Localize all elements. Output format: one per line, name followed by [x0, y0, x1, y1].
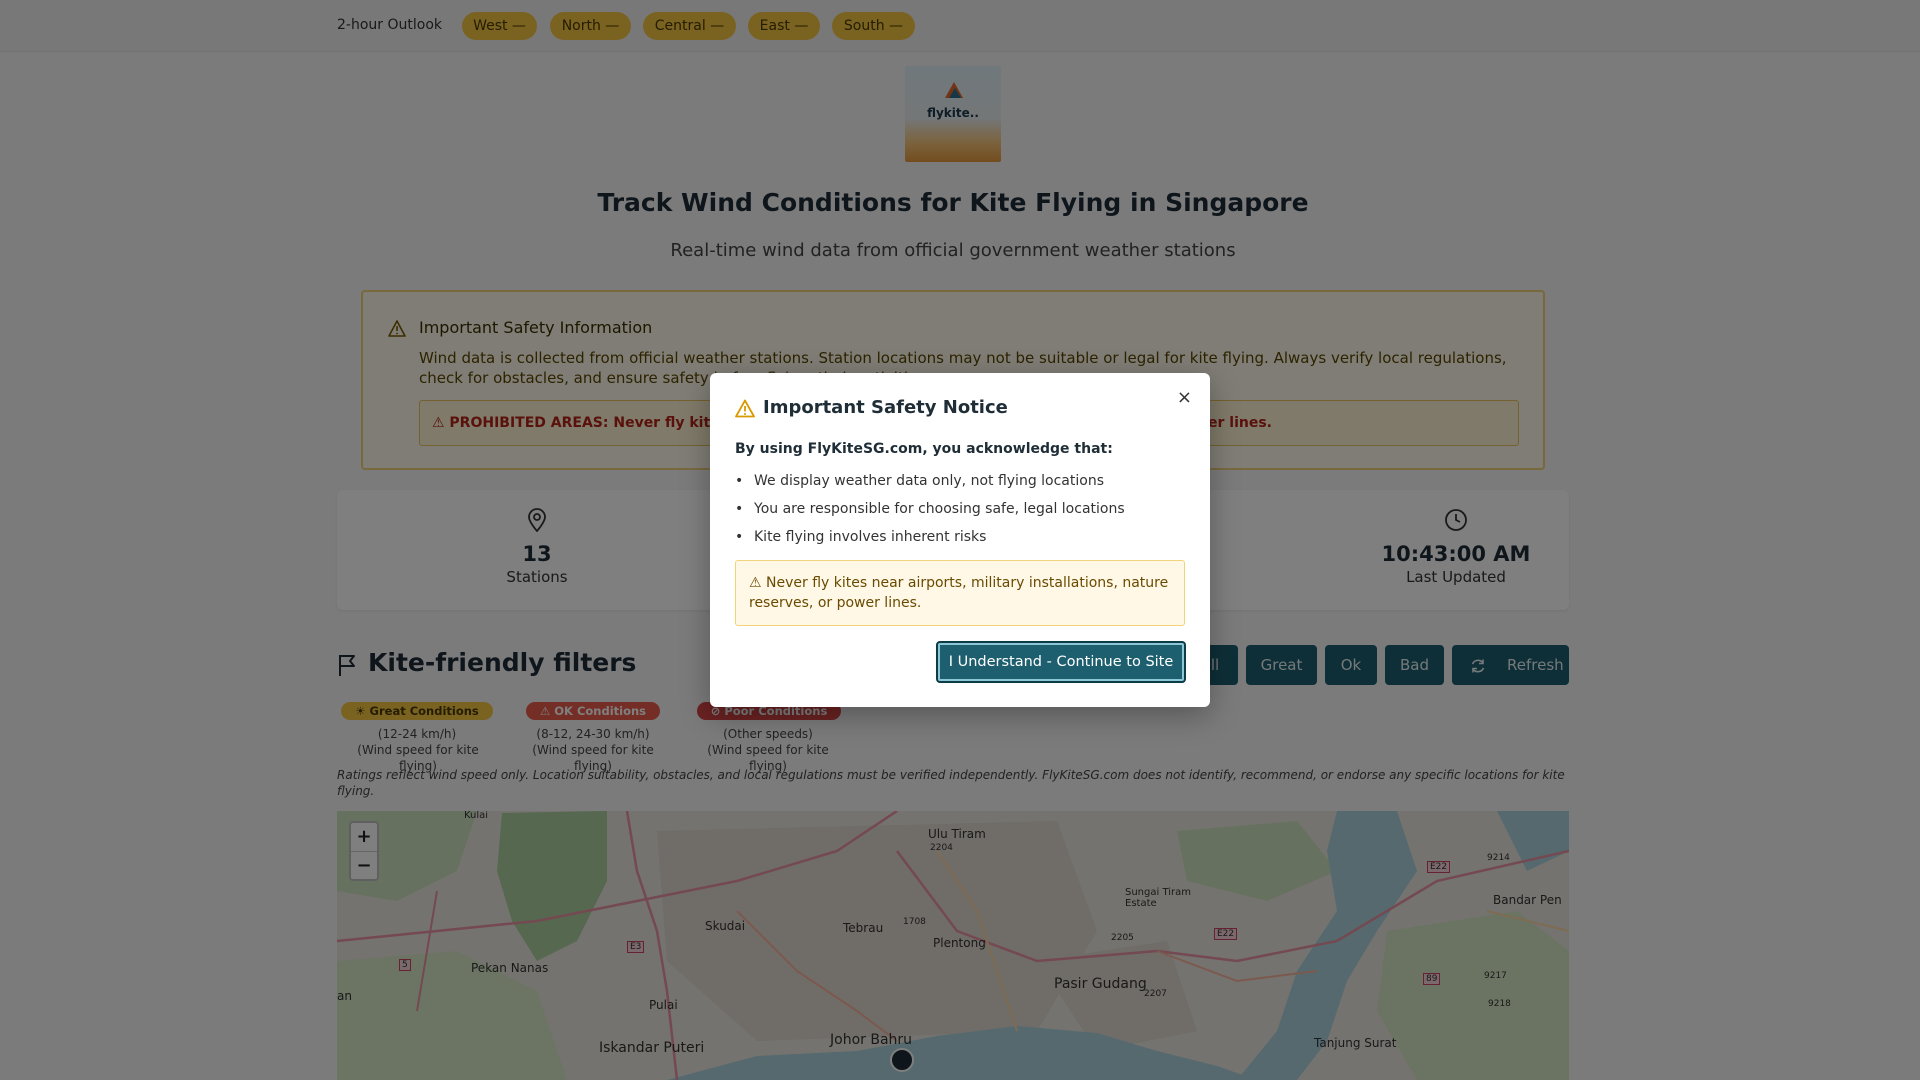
modal-lead: By using FlyKiteSG.com, you acknowledge … — [735, 441, 1113, 457]
list-item: You are responsible for choosing safe, l… — [735, 501, 1125, 529]
continue-button[interactable]: I Understand - Continue to Site — [936, 641, 1186, 683]
acknowledgement-list: We display weather data only, not flying… — [735, 473, 1125, 557]
modal-title: Important Safety Notice — [763, 397, 1008, 418]
modal-alert: ⚠ Never fly kites near airports, militar… — [735, 560, 1185, 626]
close-icon[interactable]: × — [1177, 387, 1192, 408]
list-item: Kite flying involves inherent risks — [735, 529, 1125, 557]
warning-icon — [735, 399, 755, 422]
safety-notice-modal: Important Safety Notice × By using FlyKi… — [710, 373, 1210, 707]
list-item: We display weather data only, not flying… — [735, 473, 1125, 501]
